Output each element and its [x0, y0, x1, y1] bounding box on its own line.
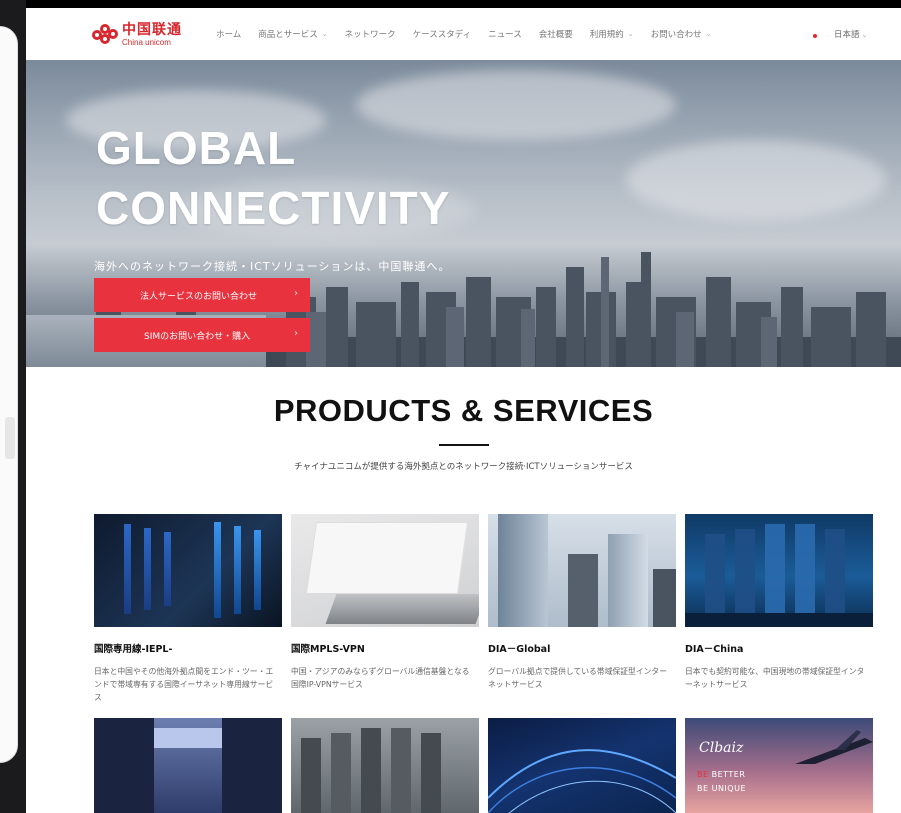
- brand-logo[interactable]: 中国联通 China unicom: [92, 21, 182, 49]
- china-unicom-knot-icon: [92, 24, 118, 46]
- hero-banner: GLOBAL CONNECTIVITY 海外へのネットワーク接続・ICTソリュー…: [26, 60, 901, 367]
- product-card-mpls-vpn[interactable]: 国際MPLS-VPN 中国・アジアのみならずグローバル通信基盤となる国際IP-V…: [291, 514, 479, 691]
- title-divider: [439, 444, 489, 446]
- airplane-promo-image[interactable]: Clbaiz BE BETTER BE UNIQUE: [685, 718, 873, 813]
- promo-line-2: BE UNIQUE: [697, 784, 746, 793]
- side-panel-handle[interactable]: [5, 417, 15, 459]
- product-name: DIA－Global: [488, 644, 551, 655]
- products-section-subtitle: チャイナユニコムが提供する海外拠点とのネットワーク接続·ICTソリューションサー…: [294, 462, 633, 472]
- japan-flag-icon: [813, 34, 817, 38]
- products-section-title: PRODUCTS & SERVICES: [273, 393, 654, 428]
- data-center-image: [685, 514, 873, 627]
- nav-item-terms[interactable]: 利用規約 ⌄: [590, 28, 634, 40]
- chevron-down-icon: ⌄: [705, 30, 712, 38]
- server-room-image: [94, 514, 282, 627]
- network-abstract-image[interactable]: [488, 718, 676, 813]
- product-card-iepl[interactable]: 国際専用線-IEPL- 日本と中国やその他海外拠点間をエンド・ツー・エンドで帯域…: [94, 514, 282, 704]
- header-nav: 中国联通 China unicom ホーム 商品とサービス ⌄ ネットワーク ケー…: [26, 8, 901, 60]
- promo-script-logo: Clbaiz: [699, 740, 744, 756]
- promo-line-1: BE BETTER: [697, 770, 746, 779]
- product-description: 中国・アジアのみならずグローバル通信基盤となる国際IP-VPNサービス: [291, 667, 470, 689]
- chevron-right-icon: ›: [294, 328, 298, 339]
- airplane-icon: [795, 730, 873, 764]
- product-description: グローバル拠点で提供している帯域保証型インターネットサービス: [488, 667, 668, 689]
- product-description: 日本と中国やその他海外拠点間をエンド・ツー・エンドで帯域専有する国際イーサネット…: [94, 667, 274, 702]
- nav-item-products[interactable]: 商品とサービス ⌄: [258, 28, 327, 40]
- main-menu: ホーム 商品とサービス ⌄ ネットワーク ケーススタディ ニュース 会社概要 利用…: [216, 28, 729, 40]
- chevron-down-icon: ⌄: [321, 30, 328, 38]
- product-card-dia-global[interactable]: DIA－Global グローバル拠点で提供している帯域保証型インターネットサービ…: [488, 514, 676, 691]
- product-name: 国際MPLS-VPN: [291, 644, 365, 655]
- web-page: 中国联通 China unicom ホーム 商品とサービス ⌄ ネットワーク ケー…: [26, 0, 901, 813]
- business-inquiry-button[interactable]: 法人サービスのお問い合わせ ›: [94, 278, 310, 312]
- nav-item-case-study[interactable]: ケーススタディ: [413, 28, 471, 40]
- language-selector[interactable]: 日本語 ⌄: [834, 28, 867, 40]
- laptop-code-image: [291, 514, 479, 627]
- nav-item-home[interactable]: ホーム: [216, 28, 241, 40]
- chevron-right-icon: ›: [294, 288, 298, 299]
- chevron-down-icon: ⌄: [861, 31, 868, 39]
- chevron-down-icon: ⌄: [627, 30, 634, 38]
- product-name: 国際専用線-IEPL-: [94, 644, 173, 655]
- sim-inquiry-button[interactable]: SIMのお問い合わせ・購入 ›: [94, 318, 310, 352]
- skyscrapers-image: [488, 514, 676, 627]
- product-description: 日本でも契約可能な、中国現地の帯域保証型インターネットサービス: [685, 667, 865, 689]
- browser-top-edge: [26, 0, 901, 8]
- nav-item-company[interactable]: 会社概要: [539, 28, 573, 40]
- left-side-panel: [0, 26, 18, 763]
- product-card-dia-china[interactable]: DIA－China 日本でも契約可能な、中国現地の帯域保証型インターネットサービ…: [685, 514, 873, 691]
- nav-item-network[interactable]: ネットワーク: [345, 28, 396, 40]
- product-name: DIA－China: [685, 644, 744, 655]
- nav-item-news[interactable]: ニュース: [488, 28, 522, 40]
- nav-item-contact[interactable]: お問い合わせ ⌄: [651, 28, 712, 40]
- brand-name-cn: 中国联通: [122, 22, 182, 38]
- server-racks-image[interactable]: [291, 718, 479, 813]
- server-corridor-image[interactable]: [94, 718, 282, 813]
- hero-subtitle: 海外へのネットワーク接続・ICTソリューションは、中国聯通へ。: [94, 260, 451, 273]
- brand-name-en: China unicom: [122, 38, 171, 47]
- hero-title: GLOBAL CONNECTIVITY: [96, 122, 451, 234]
